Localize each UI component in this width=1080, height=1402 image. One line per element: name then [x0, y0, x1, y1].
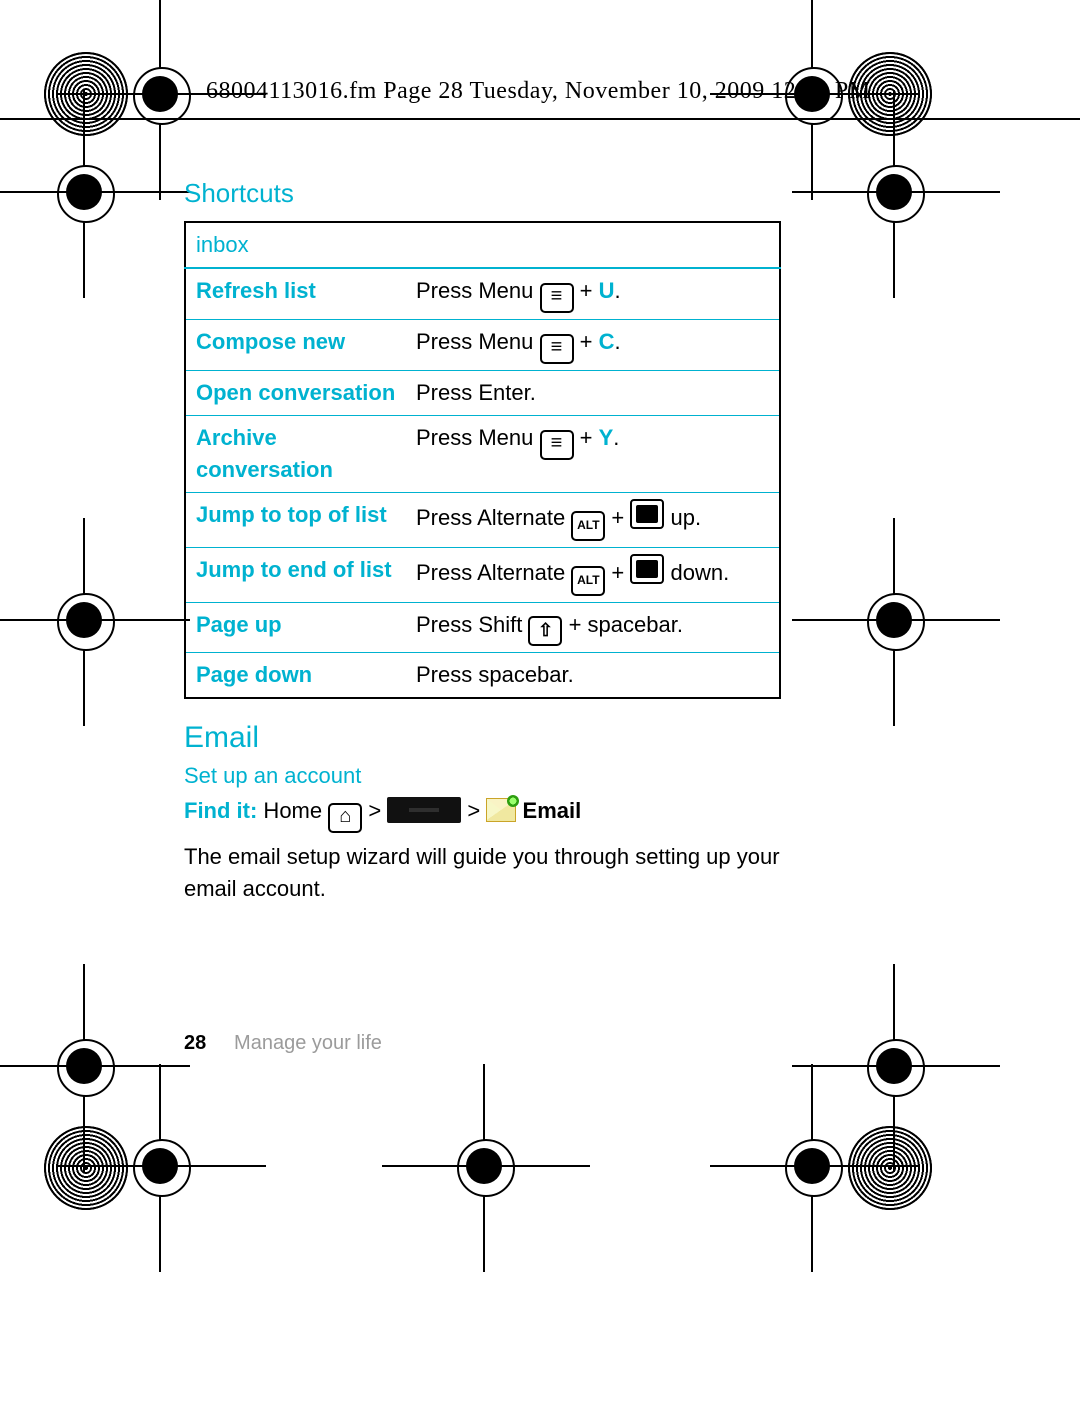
- page-number: 28: [184, 1032, 206, 1054]
- table-row: Page down Press spacebar.: [185, 653, 780, 699]
- email-body-text: The email setup wizard will guide you th…: [184, 841, 784, 905]
- regmark-bl: [44, 1126, 128, 1210]
- row-action: Press Shift + spacebar.: [406, 603, 780, 653]
- heading-setup-account: Set up an account: [184, 763, 784, 789]
- row-action: Press Menu + C.: [406, 320, 780, 371]
- dpad-icon: [630, 499, 664, 529]
- table-row: Compose new Press Menu + C.: [185, 320, 780, 371]
- shortcut-key: U: [599, 278, 615, 303]
- table-row: Page up Press Shift + spacebar.: [185, 603, 780, 653]
- dpad-icon: [630, 554, 664, 584]
- row-label: Jump to end of list: [185, 548, 406, 603]
- row-action: Press Menu + Y.: [406, 416, 780, 493]
- crosshair-r1: [862, 160, 926, 224]
- crosshair-r2: [862, 588, 926, 652]
- row-label: Refresh list: [185, 268, 406, 320]
- email-icon: [486, 798, 516, 822]
- crosshair-r3: [862, 1034, 926, 1098]
- app-launcher-icon: [387, 797, 461, 823]
- menu-icon: [540, 430, 574, 460]
- crosshair-bl: [128, 1134, 192, 1198]
- row-label: Open conversation: [185, 371, 406, 416]
- shortcuts-table: inbox Refresh list Press Menu + U. Compo…: [184, 221, 781, 699]
- shortcut-key: Y: [599, 425, 614, 450]
- shortcut-key: C: [599, 329, 615, 354]
- crosshair-l1: [52, 160, 116, 224]
- table-row: Archive conversation Press Menu + Y.: [185, 416, 780, 493]
- menu-icon: [540, 334, 574, 364]
- footer-chapter: Manage your life: [234, 1032, 382, 1054]
- table-row: Jump to end of list Press Alternate + do…: [185, 548, 780, 603]
- crosshair-bm: [452, 1134, 516, 1198]
- shift-icon: [528, 616, 562, 646]
- row-label: Page up: [185, 603, 406, 653]
- page-footer: 28 Manage your life: [184, 1032, 382, 1055]
- row-action: Press Alternate + up.: [406, 493, 780, 548]
- crosshair-tl: [128, 62, 192, 126]
- findit-label: Find it:: [184, 798, 257, 823]
- header-stamp: 68004113016.fm Page 28 Tuesday, November…: [206, 78, 871, 105]
- regmark-br: [848, 1126, 932, 1210]
- find-it-path: Find it: Home > > Email: [184, 797, 784, 833]
- table-row: Refresh list Press Menu + U.: [185, 268, 780, 320]
- heading-email: Email: [184, 721, 784, 755]
- alt-icon: [571, 566, 605, 596]
- row-label: Compose new: [185, 320, 406, 371]
- alt-icon: [571, 511, 605, 541]
- findit-email-label: Email: [523, 798, 582, 823]
- row-action: Press Enter.: [406, 371, 780, 416]
- table-header-inbox: inbox: [185, 222, 780, 268]
- table-row: Open conversation Press Enter.: [185, 371, 780, 416]
- row-action: Press spacebar.: [406, 653, 780, 699]
- menu-icon: [540, 283, 574, 313]
- crosshair-l2: [52, 588, 116, 652]
- row-action: Press Menu + U.: [406, 268, 780, 320]
- top-rule: [0, 118, 1080, 120]
- crosshair-l3: [52, 1034, 116, 1098]
- row-label: Jump to top of list: [185, 493, 406, 548]
- row-label: Page down: [185, 653, 406, 699]
- row-label: Archive conversation: [185, 416, 406, 493]
- crosshair-brm: [780, 1134, 844, 1198]
- section-title-shortcuts: Shortcuts: [184, 178, 784, 209]
- row-action: Press Alternate + down.: [406, 548, 780, 603]
- home-icon: [328, 803, 362, 833]
- table-row: Jump to top of list Press Alternate + up…: [185, 493, 780, 548]
